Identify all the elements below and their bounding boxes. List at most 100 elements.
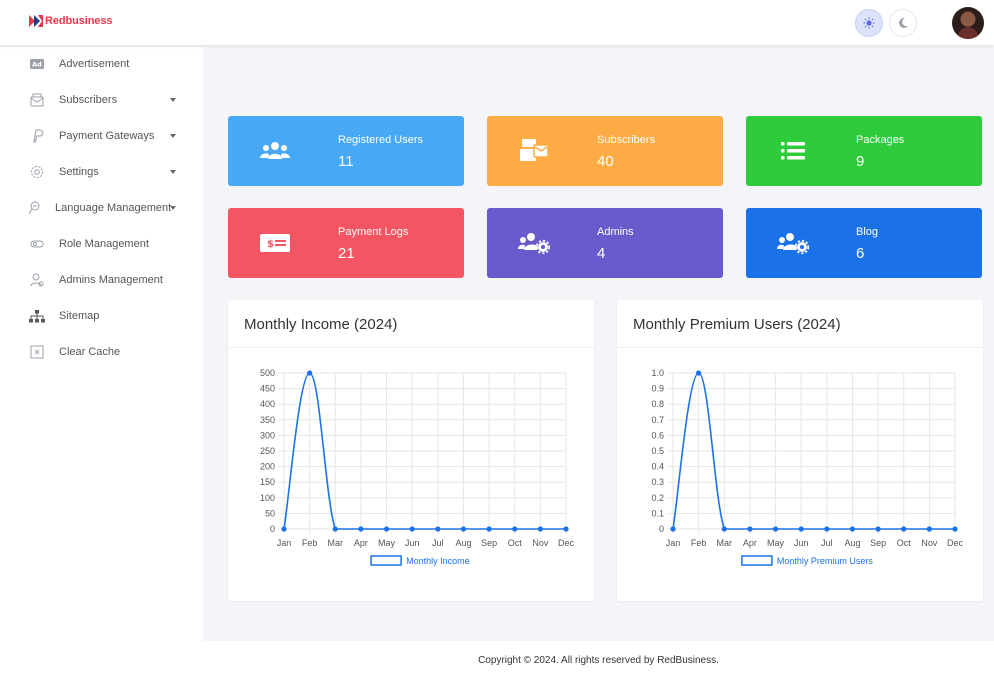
data-point[interactable] [435,526,441,532]
sidebar-item-label: Admins Management [59,274,163,286]
x-tick-label: Feb [691,538,707,548]
dark-mode-button[interactable] [889,9,917,37]
sidebar: Ad Advertisement Subscribers Payment Gat… [0,47,203,675]
data-point[interactable] [772,526,779,532]
stat-card-subscribers[interactable]: Subscribers 40 [487,116,723,186]
legend-label[interactable]: Monthly Premium Users [777,556,874,566]
sun-icon [863,17,875,29]
data-point[interactable] [721,526,727,532]
card-title: Blog [856,226,879,238]
card-title: Subscribers [597,134,656,146]
y-tick-label: 0.2 [651,493,664,503]
x-tick-label: Aug [844,538,860,548]
card-value: 6 [856,245,865,262]
x-tick-label: Oct [508,538,523,548]
data-point[interactable] [307,370,313,376]
sidebar-item-advertisement[interactable]: Ad Advertisement [0,47,203,81]
sidebar-item-admins-management[interactable]: Admins Management [0,263,203,297]
legend-label[interactable]: Monthly Income [406,556,470,566]
y-tick-label: 1.0 [651,368,664,378]
y-tick-label: 150 [260,477,275,487]
data-point[interactable] [696,370,702,376]
stat-card-payment-logs[interactable]: $ Payment Logs 21 [228,208,464,278]
x-tick-label: Feb [302,538,318,548]
monthly-income-panel: Monthly Income (2024) 0 50 100 150 200 250 300… [228,300,594,601]
stat-card-blog[interactable]: Blog 6 [746,208,982,278]
sidebar-item-label: Language Management [55,202,172,214]
theme-toggle[interactable] [855,9,921,37]
sidebar-item-label: Payment Gateways [59,130,155,142]
data-point[interactable] [460,526,467,532]
ad-icon: Ad [29,56,45,72]
data-point[interactable] [486,526,492,532]
data-point[interactable] [537,526,543,532]
data-point[interactable] [926,526,932,532]
x-tick-label: Mar [717,538,733,548]
sidebar-item-payment-gateways[interactable]: Payment Gateways [0,119,203,153]
users-cog-icon [517,231,551,255]
y-tick-label: 500 [260,368,275,378]
users-cog-icon [776,231,810,255]
x-tick-label: Sep [870,538,886,548]
y-tick-label: 0.6 [651,430,664,440]
user-avatar[interactable] [952,7,984,39]
stat-card-admins[interactable]: Admins 4 [487,208,723,278]
stat-card-registered-users[interactable]: Registered Users 11 [228,116,464,186]
data-point[interactable] [670,526,676,532]
data-point[interactable] [409,526,415,532]
data-point[interactable] [849,526,856,532]
legend-swatch[interactable] [741,555,773,566]
x-tick-label: Nov [921,538,938,548]
top-bar: Redbusiness [0,0,994,46]
data-point[interactable] [824,526,830,532]
x-tick-label: Jan [277,538,292,548]
list-icon [776,139,810,163]
y-tick-label: 0.1 [651,508,664,518]
data-point[interactable] [901,526,907,532]
x-tick-label: Oct [897,538,912,548]
data-point[interactable] [332,526,338,532]
chevron-down-icon [170,206,176,210]
legend-swatch[interactable] [370,555,402,566]
light-mode-button[interactable] [855,9,883,37]
stat-card-packages[interactable]: Packages 9 [746,116,982,186]
money-check-icon: $ [258,231,292,255]
sidebar-item-settings[interactable]: Settings [0,155,203,189]
divider [228,347,594,348]
svg-text:$: $ [267,239,274,250]
x-tick-label: May [378,538,396,548]
data-point[interactable] [512,526,518,532]
chevron-down-icon [170,134,176,138]
sidebar-item-sitemap[interactable]: Sitemap [0,299,203,333]
y-tick-label: 0.4 [651,462,664,472]
sidebar-item-clear-cache[interactable]: Clear Cache [0,335,203,369]
data-point[interactable] [798,526,804,532]
brand-name: Redbusiness [45,15,113,27]
data-point[interactable] [747,526,753,532]
x-tick-label: Dec [558,538,575,548]
sidebar-item-subscribers[interactable]: Subscribers [0,83,203,117]
data-point[interactable] [358,526,364,532]
card-title: Registered Users [338,134,423,146]
copyright-text: Copyright © 2024. All rights reserved by… [478,655,719,666]
x-tick-label: Mar [328,538,344,548]
data-point[interactable] [281,526,287,532]
brand-logo[interactable]: Redbusiness [29,15,112,27]
sidebar-item-role-management[interactable]: Role Management [0,227,203,261]
data-point[interactable] [952,526,958,532]
card-value: 21 [338,245,355,262]
y-tick-label: 0 [270,524,275,534]
data-point[interactable] [563,526,569,532]
x-tick-label: Aug [455,538,471,548]
data-point[interactable] [875,526,881,532]
x-tick-label: Apr [354,538,368,548]
card-value: 40 [597,153,614,170]
clear-cache-icon [29,344,45,360]
svg-text:Ad: Ad [32,61,42,69]
monthly-income-chart: 0 50 100 150 200 250 300 350 400 450 500 Jan Feb Mar A… [260,368,575,566]
sidebar-item-label: Clear Cache [59,346,121,358]
admin-icon [29,272,45,288]
monthly-premium-users-panel: Monthly Premium Users (2024) 0 0.1 0.2 0.3 0… [617,300,983,601]
data-point[interactable] [383,526,390,532]
sidebar-item-language-management[interactable]: Language Management [0,191,203,225]
